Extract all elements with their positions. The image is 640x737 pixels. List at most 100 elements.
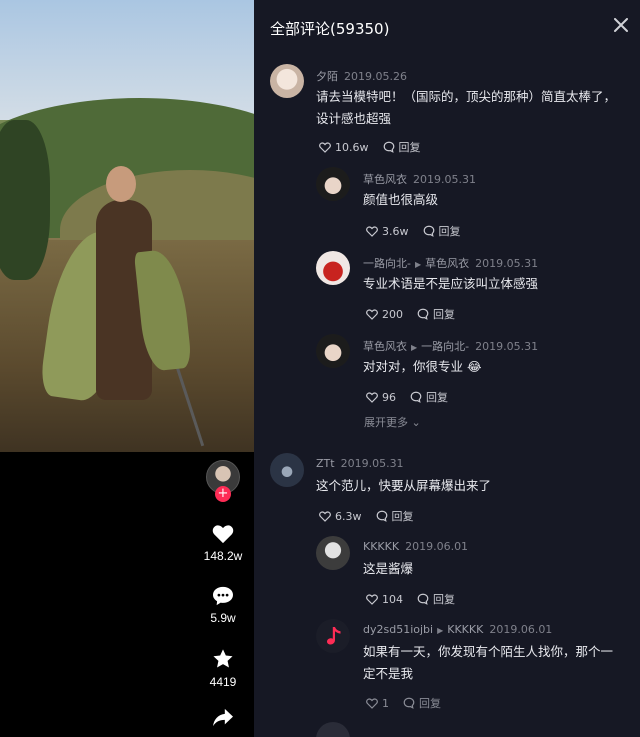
comment-count: 5.9w xyxy=(210,611,236,625)
heart-outline-icon xyxy=(366,225,378,237)
comment-like-count: 200 xyxy=(382,307,403,321)
reply-bubble-icon xyxy=(423,225,434,237)
reply-bubble-icon xyxy=(417,308,429,320)
comment-like-button[interactable]: 10.6w xyxy=(319,141,369,154)
comment-date: 2019.05.26 xyxy=(344,70,407,83)
comment-date: 2019.06.01 xyxy=(405,540,469,553)
comment-actions: 10.6w 回复 xyxy=(319,139,435,155)
comment-reply-button[interactable]: 回复 xyxy=(423,223,461,239)
comment-avatar[interactable] xyxy=(316,251,350,285)
comment-reply-label: 回复 xyxy=(419,697,441,710)
expand-more-label: 展开更多 xyxy=(364,416,408,429)
comment-reply-label: 回复 xyxy=(391,510,414,523)
reply-arrow-icon: ▶ xyxy=(411,343,418,352)
comment-avatar[interactable] xyxy=(316,536,350,570)
comment-like-count: 104 xyxy=(382,592,403,606)
comment-author[interactable]: dy2sd51iojbi xyxy=(363,623,433,636)
reply-bubble-icon xyxy=(376,510,387,522)
heart-outline-icon xyxy=(366,593,378,605)
comment-reply-button[interactable]: 回复 xyxy=(376,508,414,524)
reply-bubble-icon xyxy=(410,391,422,403)
comment-reply-button[interactable]: 回复 xyxy=(417,306,455,322)
comment-reply-to[interactable]: 一路向北- xyxy=(421,340,469,353)
chevron-down-icon: ⌄ xyxy=(411,416,421,429)
comment-reply-label: 回复 xyxy=(433,593,455,606)
comment-like-button[interactable]: 1 xyxy=(366,697,389,710)
comment-like-button[interactable]: 96 xyxy=(366,391,396,404)
comment-meta: 一路向北- ▶ 草色风衣 2019.05.31 xyxy=(363,255,538,271)
comment-actions: 96 回复 xyxy=(366,389,462,405)
comment-reply-label: 回复 xyxy=(438,225,461,238)
reply-arrow-icon: ▶ xyxy=(437,626,444,635)
comment-reply-label: 回复 xyxy=(398,141,421,154)
comment-avatar[interactable] xyxy=(316,722,350,737)
comment-like-button[interactable]: 6.3w xyxy=(319,510,362,523)
comment-text: 如果有一天，你发现有个陌生人找你，那个一定不是我 xyxy=(363,644,614,681)
comment-like-count: 10.6w xyxy=(335,140,369,154)
star-icon xyxy=(213,649,233,668)
comment-actions: 3.6w 回复 xyxy=(366,223,475,239)
follow-button[interactable]: + xyxy=(215,486,231,502)
like-count: 148.2w xyxy=(203,549,243,563)
comment-reply-to[interactable]: 草色风衣 xyxy=(425,257,469,270)
reply-bubble-icon xyxy=(403,697,415,709)
comment-date: 2019.05.31 xyxy=(413,173,476,186)
like-button[interactable]: 148.2w xyxy=(190,524,254,563)
comment-reply-button[interactable]: 回复 xyxy=(383,139,421,155)
comment-actions: 200 回复 xyxy=(366,306,469,322)
comment-text: 这是酱爆 xyxy=(363,561,414,576)
comment-text-body: 对对对，你很专业 xyxy=(363,359,464,374)
comment-button[interactable]: 5.9w xyxy=(190,586,254,625)
comment-avatar[interactable] xyxy=(316,167,350,201)
comment-actions: 6.3w 回复 xyxy=(319,508,428,524)
comment-avatar[interactable] xyxy=(316,334,350,368)
video-player[interactable]: + 148.2w 5.9w 4419 xyxy=(0,0,254,737)
comments-title: 全部评论(59350) xyxy=(270,20,390,38)
comment-text: 对对对，你很专业 😂 xyxy=(363,356,629,378)
comment-author[interactable]: 草色风衣 xyxy=(363,340,407,353)
comment-author[interactable]: 草色风衣 xyxy=(363,173,407,186)
comment-author[interactable]: ZTt xyxy=(316,457,335,470)
comment-text: 请去当模特吧！（国际的，顶尖的那种）简直太棒了，设计感也超强 xyxy=(316,89,617,126)
video-frame[interactable] xyxy=(0,0,254,452)
comment-like-button[interactable]: 200 xyxy=(366,308,403,321)
comment-like-button[interactable]: 104 xyxy=(366,593,403,606)
reply-arrow-icon: ▶ xyxy=(414,260,422,269)
comment-like-count: 6.3w xyxy=(335,509,362,523)
comment-avatar[interactable] xyxy=(270,453,304,487)
comment-meta: 夕陌 2019.05.26 xyxy=(316,68,407,84)
video-tree xyxy=(0,120,50,280)
favorite-count: 4419 xyxy=(209,675,237,689)
laugh-cry-emoji: 😂 xyxy=(467,359,482,374)
comment-reply-button[interactable]: 回复 xyxy=(410,389,448,405)
favorite-button[interactable]: 4419 xyxy=(190,648,254,689)
comment-text: 专业术语是不是应该叫立体感强 xyxy=(363,276,539,291)
comment-reply-button[interactable]: 回复 xyxy=(417,591,455,607)
comment-reply-to[interactable]: KKKKK xyxy=(447,623,483,636)
comment-author[interactable]: KKKKK xyxy=(363,540,399,553)
comment-date: 2019.06.01 xyxy=(489,623,553,636)
comment-avatar[interactable] xyxy=(270,64,304,98)
share-button[interactable] xyxy=(190,708,254,728)
comment-bubble-icon xyxy=(213,586,233,606)
comment-author[interactable]: 一路向北- xyxy=(363,257,411,270)
comment-meta: dy2sd51iojbi ▶ KKKKK 2019.06.01 xyxy=(363,623,552,636)
music-note-icon xyxy=(327,627,341,645)
comment-reply-button[interactable]: 回复 xyxy=(403,695,441,711)
comment-like-button[interactable]: 3.6w xyxy=(366,225,409,238)
comment-avatar[interactable] xyxy=(316,619,350,653)
comment-like-count: 1 xyxy=(382,696,389,710)
comment-meta: 草色风衣 2019.05.31 xyxy=(363,171,476,187)
comment-meta: 草色风衣 ▶ 一路向北- 2019.05.31 xyxy=(363,338,538,354)
heart-outline-icon xyxy=(366,697,378,709)
share-arrow-icon xyxy=(213,708,233,727)
heart-outline-icon xyxy=(319,510,331,522)
comment-author[interactable]: 夕陌 xyxy=(316,70,338,83)
reply-bubble-icon xyxy=(383,141,394,153)
heart-icon xyxy=(212,525,234,544)
close-icon[interactable] xyxy=(614,18,628,32)
comment-meta: KKKKK 2019.06.01 xyxy=(363,540,468,553)
expand-more-replies[interactable]: 展开更多 ⌄ xyxy=(364,414,421,430)
comment-date: 2019.05.31 xyxy=(475,257,539,270)
video-model-head xyxy=(106,166,136,202)
